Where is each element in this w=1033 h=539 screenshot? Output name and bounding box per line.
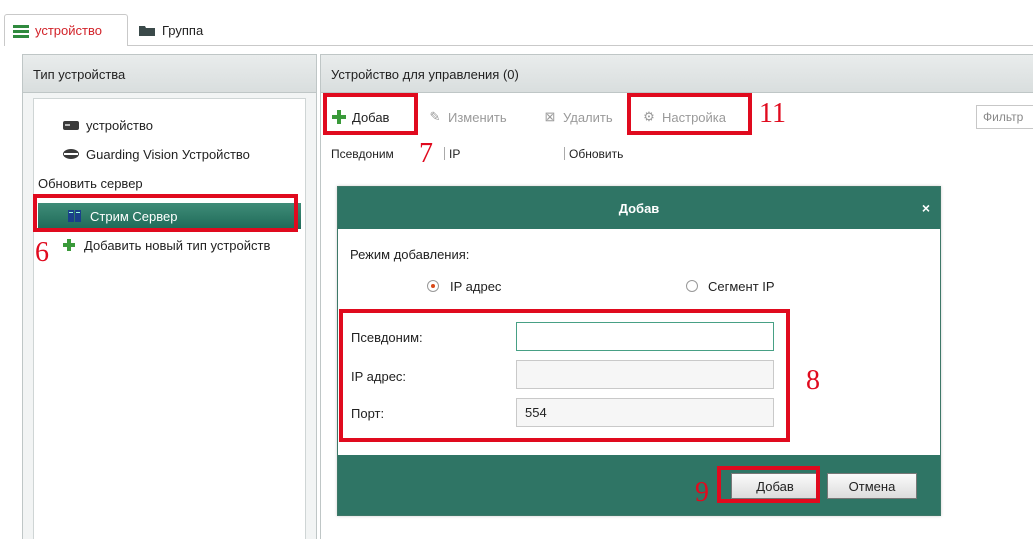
annotation-8: 8 — [806, 365, 820, 396]
delete-button-label: Удалить — [563, 109, 613, 125]
dialog-footer: Добав Отмена — [338, 455, 940, 515]
tree-item-add-type[interactable]: Добавить новый тип устройств — [34, 232, 305, 258]
filter-input[interactable]: Фильтр — [976, 105, 1033, 129]
radio-ip-address-label[interactable]: IP адрес — [450, 279, 501, 294]
device-type-panel: Тип устройства устройство Guarding Visio… — [22, 54, 317, 539]
plus-icon — [63, 239, 75, 251]
tree-item-label: Guarding Vision Устройство — [86, 146, 250, 162]
annotation-6: 6 — [35, 237, 49, 268]
tab-device-label: устройство — [35, 23, 102, 38]
add-mode-label: Режим добавления: — [350, 247, 470, 262]
delete-button[interactable]: ⊠ Удалить — [542, 105, 613, 129]
device-type-tree: устройство Guarding Vision Устройство Об… — [33, 98, 306, 539]
tree-item-guarding-vision[interactable]: Guarding Vision Устройство — [34, 141, 305, 167]
highlight-settings-button — [627, 93, 752, 135]
managed-devices-title: Устройство для управления (0) — [321, 55, 1033, 93]
top-tab-bar: устройство Группа — [0, 0, 1033, 46]
tree-item-label: Обновить сервер — [38, 175, 143, 191]
tab-group[interactable]: Группа — [130, 14, 240, 46]
annotation-9: 9 — [695, 477, 709, 508]
annotation-11: 11 — [759, 98, 786, 129]
col-divider — [444, 147, 445, 160]
tab-divider — [128, 45, 1033, 46]
tree-item-label: устройство — [86, 117, 153, 133]
col-alias[interactable]: Псевдоним — [331, 147, 394, 161]
delete-icon: ⊠ — [544, 109, 556, 124]
tree-item-update-server[interactable]: Обновить сервер — [34, 170, 305, 196]
radio-ip-segment[interactable] — [686, 280, 698, 292]
device-type-title: Тип устройства — [23, 55, 316, 93]
device-list-icon — [13, 24, 29, 38]
tree-item-label: Добавить новый тип устройств — [84, 237, 271, 253]
col-divider — [564, 147, 565, 160]
highlight-stream-server — [33, 194, 298, 232]
dialog-title-bar: Добав × — [338, 187, 940, 229]
radio-ip-address[interactable] — [427, 280, 439, 292]
cloud-device-icon — [63, 149, 79, 159]
dialog-title: Добав — [618, 200, 660, 216]
pencil-icon: ✎ — [429, 109, 441, 124]
group-icon — [139, 26, 155, 36]
edit-button[interactable]: ✎ Изменить — [427, 105, 507, 129]
device-icon — [63, 121, 79, 130]
highlight-add-button — [323, 93, 418, 135]
dialog-cancel-button[interactable]: Отмена — [827, 473, 917, 499]
highlight-dialog-add-button — [717, 466, 820, 503]
close-icon[interactable]: × — [922, 200, 930, 216]
tree-item-device[interactable]: устройство — [34, 112, 305, 138]
highlight-dialog-fields — [339, 309, 790, 442]
tab-group-label: Группа — [162, 22, 204, 38]
col-ip[interactable]: IP — [449, 147, 460, 161]
col-update[interactable]: Обновить — [569, 147, 623, 161]
annotation-7: 7 — [419, 138, 433, 169]
radio-ip-segment-label[interactable]: Сегмент IP — [708, 279, 775, 294]
tab-device[interactable]: устройство — [4, 14, 128, 46]
edit-button-label: Изменить — [448, 109, 507, 125]
